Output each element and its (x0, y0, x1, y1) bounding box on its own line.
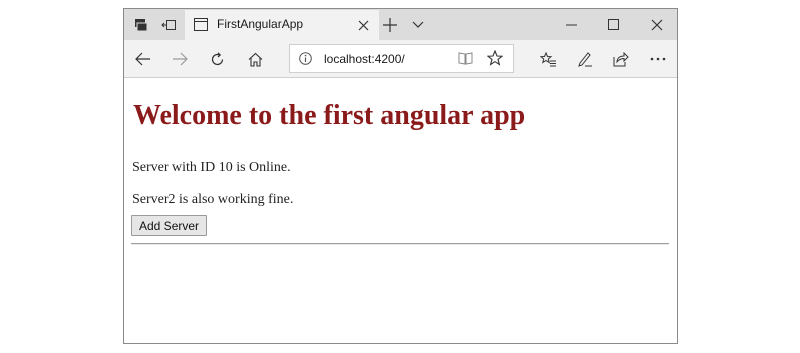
pen-icon[interactable] (574, 48, 596, 70)
refresh-icon[interactable] (206, 48, 228, 70)
maximize-icon[interactable] (598, 9, 628, 40)
page-icon (194, 18, 208, 31)
browser-window: FirstAngularApp localhost:4200/ Welcome … (123, 8, 678, 344)
server-status-text: Server with ID 10 is Online. (132, 160, 291, 175)
star-icon[interactable] (487, 50, 503, 66)
info-icon[interactable] (299, 52, 312, 65)
address-bar[interactable]: localhost:4200/ (289, 44, 514, 73)
plus-icon[interactable] (378, 9, 402, 40)
server2-status-text: Server2 is also working fine. (132, 192, 294, 207)
chevron-down-icon[interactable] (407, 9, 429, 40)
set-aside-tabs-icon[interactable] (130, 9, 152, 40)
url-text[interactable]: localhost:4200/ (324, 52, 405, 66)
back-arrow-icon[interactable] (132, 48, 154, 70)
close-window-icon[interactable] (642, 9, 672, 40)
show-tabs-icon[interactable] (158, 9, 180, 40)
add-server-button[interactable]: Add Server (131, 215, 208, 236)
forward-arrow-icon[interactable] (169, 48, 191, 70)
minimize-icon[interactable] (556, 9, 586, 40)
page-content: Welcome to the first angular app Server … (124, 78, 677, 343)
nav-bar: localhost:4200/ (124, 40, 677, 78)
tab-title: FirstAngularApp (217, 17, 304, 31)
home-icon[interactable] (244, 48, 266, 70)
close-icon[interactable] (353, 15, 373, 35)
tab-first-angular-app[interactable]: FirstAngularApp (185, 10, 379, 40)
share-icon[interactable] (610, 48, 632, 70)
more-icon[interactable] (647, 48, 669, 70)
favorites-list-icon[interactable] (537, 48, 559, 70)
divider (131, 243, 669, 245)
book-icon[interactable] (458, 51, 473, 65)
tab-bar: FirstAngularApp (124, 9, 677, 40)
page-heading: Welcome to the first angular app (133, 100, 526, 131)
